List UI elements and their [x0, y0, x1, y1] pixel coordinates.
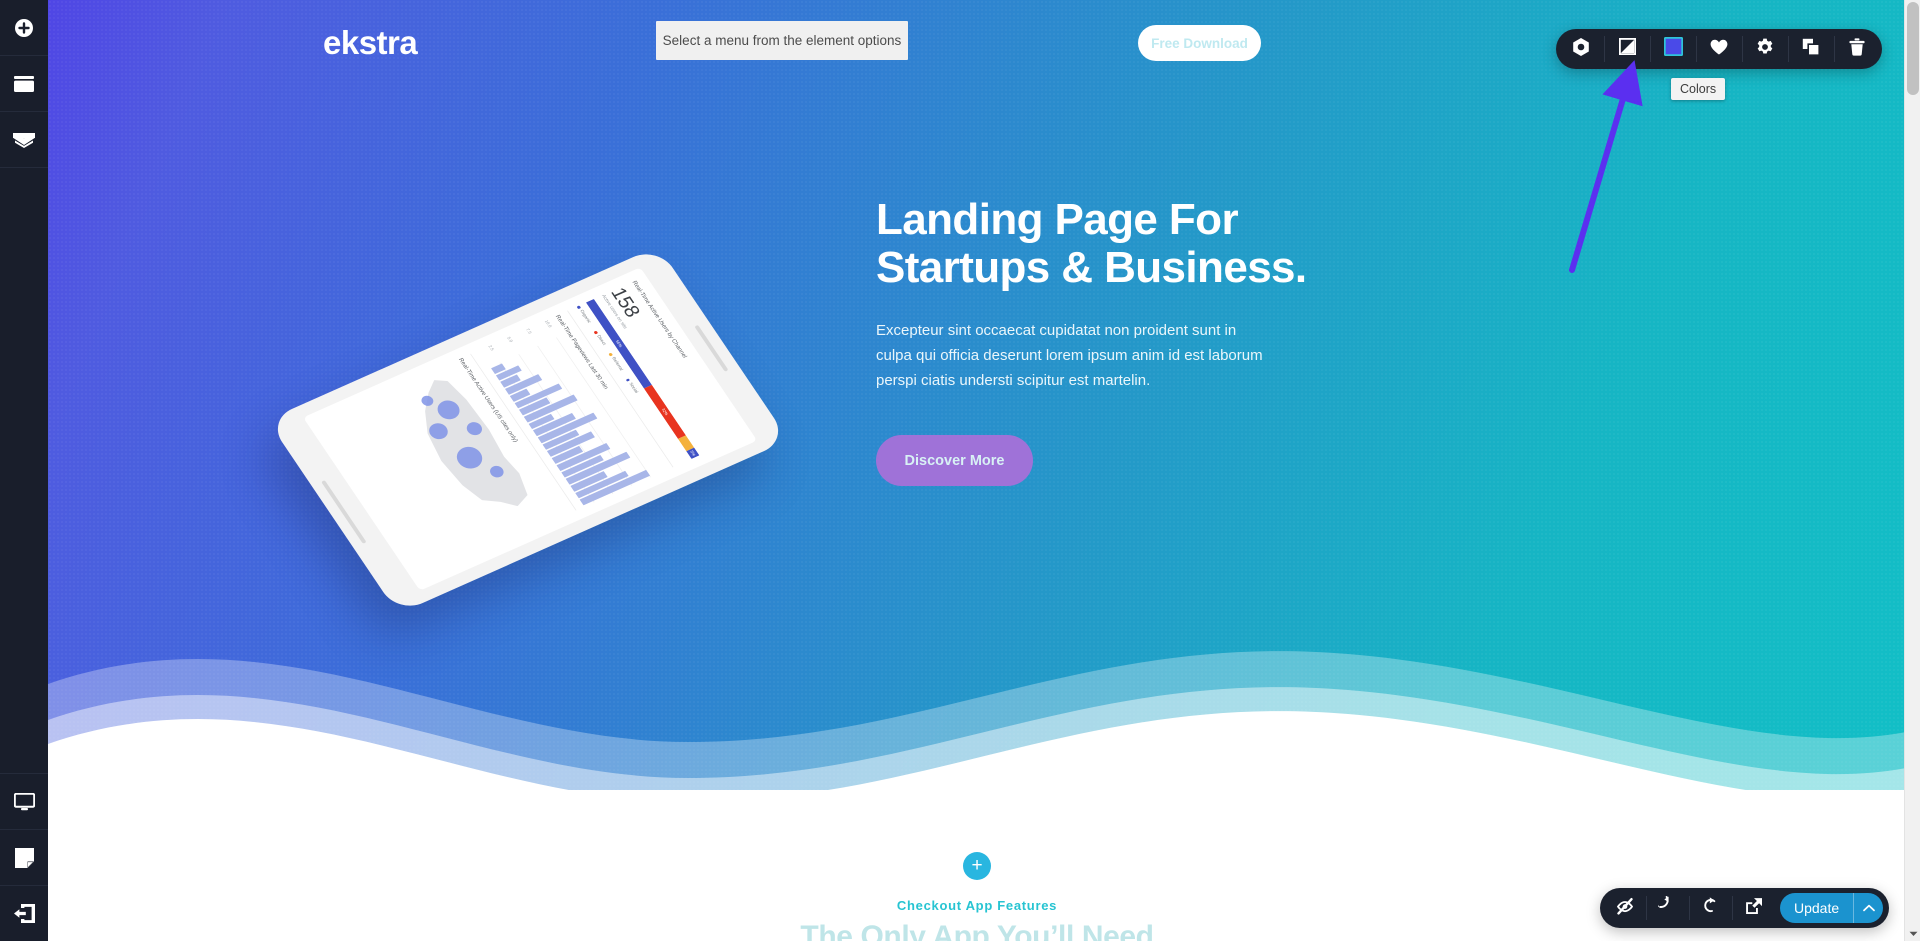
favorite-button[interactable] — [1696, 29, 1742, 69]
section-title: The Only App You’ll Need — [800, 920, 1154, 941]
colors-button[interactable] — [1650, 29, 1696, 69]
legend-label: Organic — [578, 309, 592, 324]
undo-button[interactable] — [1646, 888, 1689, 928]
preview-button[interactable] — [1732, 888, 1775, 928]
gear-icon — [1756, 38, 1774, 61]
redo-button[interactable] — [1689, 888, 1732, 928]
phone-mockup: Real-Time Active Users by Channel 158 Ac… — [267, 150, 838, 614]
phone-body: Real-Time Active Users by Channel 158 Ac… — [267, 246, 789, 614]
update-button[interactable]: Update — [1780, 893, 1853, 923]
sidebar-bottom-group — [0, 773, 48, 941]
exit-icon — [13, 904, 35, 923]
phone-screen: Real-Time Active Users by Channel 158 Ac… — [303, 267, 758, 591]
tooltip-colors: Colors — [1671, 78, 1726, 100]
layers-icon — [13, 132, 35, 148]
desktop-icon — [13, 792, 35, 811]
plus-icon: + — [971, 855, 983, 876]
sidebar-item-page-settings[interactable] — [0, 829, 48, 885]
sidebar-item-templates[interactable] — [0, 112, 48, 168]
chart-y-tick: 2.5 — [486, 344, 495, 352]
window-icon — [14, 75, 34, 92]
page-icon — [14, 847, 34, 868]
external-link-icon — [1745, 897, 1763, 920]
editor-root: ekstra Select a menu from the element op… — [0, 0, 1920, 941]
hero-copy: Landing Page For Startups & Business. Ex… — [876, 196, 1416, 486]
copy-icon — [1802, 38, 1820, 61]
hero-heading[interactable]: Landing Page For Startups & Business. — [876, 196, 1416, 292]
delete-button[interactable] — [1834, 29, 1880, 69]
editor-sidebar — [0, 0, 48, 941]
section-eyebrow: Checkout App Features — [896, 898, 1058, 913]
trash-icon — [1849, 37, 1865, 61]
legend-label: Direct — [595, 334, 607, 346]
page-scrollbar[interactable] — [1904, 0, 1920, 941]
discover-more-button[interactable]: Discover More — [876, 435, 1033, 486]
chevron-down-icon — [1909, 924, 1918, 941]
hero-heading-line-2: Startups & Business. — [876, 243, 1307, 292]
hide-button[interactable] — [1603, 888, 1646, 928]
wave-decoration — [48, 651, 1906, 820]
plus-circle-icon — [14, 18, 34, 38]
hero-heading-line-1: Landing Page For — [876, 195, 1239, 244]
menu-placeholder[interactable]: Select a menu from the element options — [656, 21, 908, 60]
redo-icon — [1701, 896, 1720, 920]
color-square-icon — [1663, 36, 1683, 61]
hexagon-icon — [1572, 37, 1590, 61]
page-canvas[interactable]: ekstra Select a menu from the element op… — [48, 0, 1906, 941]
element-options-toolbar — [1556, 29, 1882, 69]
scrollbar-thumb[interactable] — [1907, 2, 1919, 95]
sidebar-item-add-element[interactable] — [0, 0, 48, 56]
legend-label: Referral — [610, 356, 624, 372]
heart-icon — [1710, 39, 1728, 60]
sidebar-item-responsive-preview[interactable] — [0, 773, 48, 829]
sidebar-item-page-layers[interactable] — [0, 56, 48, 112]
gradient-square-icon — [1618, 37, 1636, 60]
undo-icon — [1653, 892, 1677, 920]
update-button-group[interactable]: Update — [1780, 893, 1884, 923]
free-download-button[interactable]: Free Download — [1138, 25, 1261, 61]
duplicate-button[interactable] — [1788, 29, 1834, 69]
chart-y-tick: 7.5 — [524, 327, 533, 335]
chevron-up-icon — [1862, 899, 1875, 917]
gradient-button[interactable] — [1604, 29, 1650, 69]
legend-label: Social — [627, 382, 639, 394]
sidebar-item-exit-editor[interactable] — [0, 885, 48, 941]
hero-section[interactable]: ekstra Select a menu from the element op… — [48, 0, 1906, 820]
chart-y-tick: 10.0 — [543, 319, 553, 329]
eye-slash-icon — [1615, 897, 1635, 920]
chart-y-tick: 5.0 — [505, 336, 514, 344]
scroll-down-button[interactable] — [1905, 925, 1920, 941]
update-options-button[interactable] — [1853, 893, 1883, 923]
settings-button[interactable] — [1742, 29, 1788, 69]
shape-settings-button[interactable] — [1558, 29, 1604, 69]
site-logo[interactable]: ekstra — [323, 24, 418, 62]
editor-actions-toolbar: Update — [1600, 888, 1890, 928]
hero-paragraph[interactable]: Excepteur sint occaecat cupidatat non pr… — [876, 318, 1266, 393]
add-section-button[interactable]: + — [963, 852, 991, 880]
